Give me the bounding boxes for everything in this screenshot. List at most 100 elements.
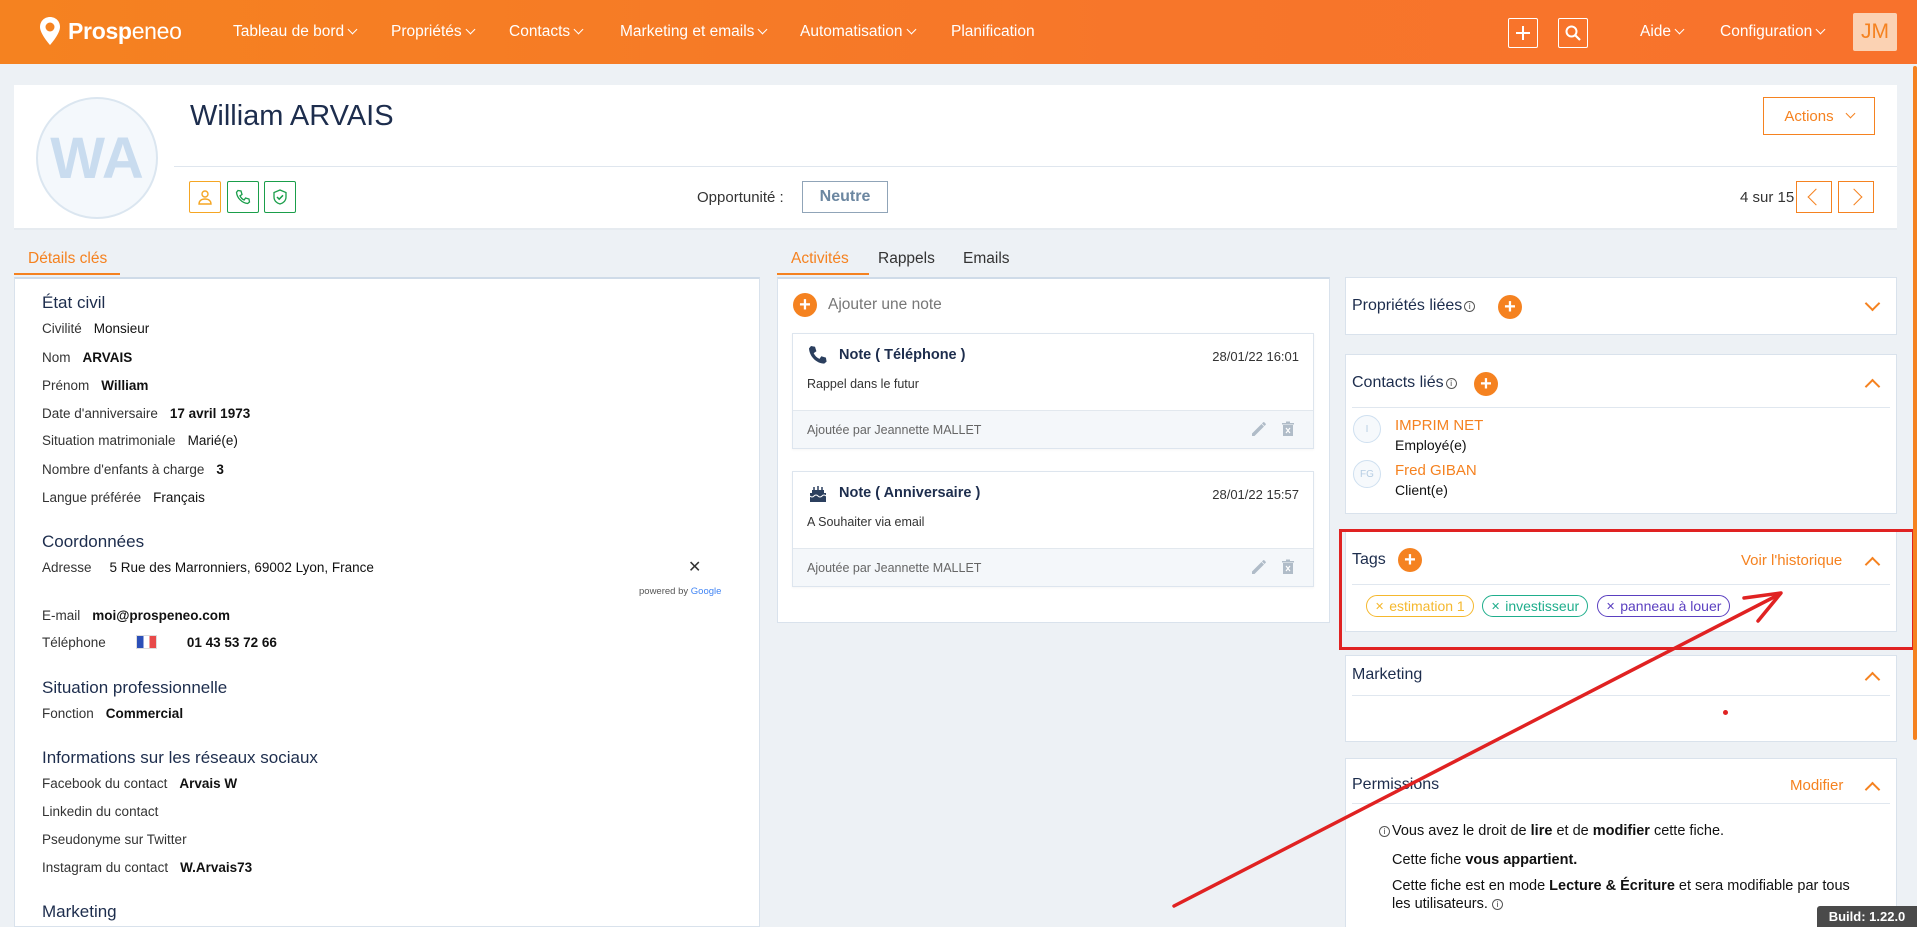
user-avatar[interactable]: JM bbox=[1853, 13, 1897, 51]
note-card: Note ( Anniversaire ) 28/01/22 15:57 A S… bbox=[792, 471, 1314, 587]
info-icon: i bbox=[1464, 301, 1476, 312]
trash-icon[interactable] bbox=[1279, 420, 1297, 438]
nav-automatisation[interactable]: Automatisation bbox=[800, 23, 916, 41]
annotation-highlight-box bbox=[1339, 529, 1915, 650]
person-button[interactable] bbox=[189, 181, 221, 213]
next-button[interactable] bbox=[1838, 181, 1874, 213]
actions-button[interactable]: Actions bbox=[1763, 97, 1875, 135]
cake-icon bbox=[809, 486, 827, 502]
note-author: Ajoutée par Jeannette MALLET bbox=[807, 423, 982, 437]
person-icon bbox=[198, 190, 212, 205]
info-icon: i bbox=[1491, 899, 1503, 910]
chevron-down-icon[interactable] bbox=[1864, 295, 1881, 312]
opportunity-badge[interactable]: Neutre bbox=[802, 181, 888, 213]
search-button[interactable] bbox=[1558, 18, 1588, 48]
plus-icon bbox=[1516, 26, 1530, 40]
add-note-plus-icon[interactable]: + bbox=[793, 293, 817, 317]
edit-icon[interactable] bbox=[1250, 558, 1268, 576]
nav-aide[interactable]: Aide bbox=[1640, 23, 1685, 41]
field-anniversaire: Date d'anniversaire 17 avril 1973 bbox=[42, 406, 251, 421]
panel-title: Marketing bbox=[1352, 666, 1423, 683]
chevron-up-icon[interactable] bbox=[1864, 781, 1881, 798]
edit-icon[interactable] bbox=[1250, 420, 1268, 438]
panel-title: Permissions bbox=[1352, 776, 1440, 793]
nav-marketing-emails[interactable]: Marketing et emails bbox=[620, 23, 768, 41]
field-adresse: Adresse 5 Rue des Marronniers, 69002 Lyon… bbox=[42, 560, 374, 575]
scrollbar[interactable] bbox=[1913, 66, 1917, 740]
modifier-link[interactable]: Modifier bbox=[1790, 777, 1843, 794]
note-body: Rappel dans le futur bbox=[807, 377, 919, 391]
tab-emails[interactable]: Emails bbox=[963, 250, 1010, 268]
previous-button[interactable] bbox=[1796, 181, 1832, 213]
field-civilite: Civilité Monsieur bbox=[42, 321, 150, 336]
section-title-etat-civil: État civil bbox=[42, 293, 106, 312]
section-title-marketing: Marketing bbox=[42, 902, 117, 921]
phone-button[interactable] bbox=[227, 181, 259, 213]
trash-icon[interactable] bbox=[1279, 558, 1297, 576]
note-body: A Souhaiter via email bbox=[807, 515, 925, 529]
build-badge: Build: 1.22.0 bbox=[1817, 906, 1917, 927]
contact-avatar: WA bbox=[36, 97, 158, 219]
search-icon bbox=[1565, 25, 1581, 41]
permission-text: Cette fiche est en mode Lecture & Écritu… bbox=[1392, 878, 1850, 894]
nav-proprietes[interactable]: Propriétés bbox=[391, 23, 476, 41]
logo[interactable]: Prospeneo bbox=[38, 16, 182, 46]
panel-contacts-lies: Contacts liés i + I IMPRIM NET Employé(e)… bbox=[1345, 354, 1897, 514]
panel-title: Contacts liés i bbox=[1352, 374, 1457, 392]
add-note-link[interactable]: Ajouter une note bbox=[828, 296, 942, 314]
tab-activites[interactable]: Activités bbox=[791, 250, 849, 268]
note-title: Note ( Téléphone ) bbox=[839, 347, 966, 363]
flag-fr-icon bbox=[135, 635, 157, 649]
avatar: I bbox=[1353, 415, 1381, 443]
nav-planification[interactable]: Planification bbox=[951, 23, 1035, 41]
clear-address-icon[interactable]: ✕ bbox=[688, 557, 701, 577]
add-contact-plus-icon[interactable]: + bbox=[1474, 372, 1498, 396]
linked-contact-name[interactable]: IMPRIM NET bbox=[1395, 417, 1483, 434]
add-property-plus-icon[interactable]: + bbox=[1498, 295, 1522, 319]
field-email: E-mail moi@prospeneo.com bbox=[42, 608, 230, 623]
tab-details-cles[interactable]: Détails clés bbox=[28, 250, 107, 268]
shield-button[interactable] bbox=[264, 181, 296, 213]
nav-tableau-de-bord[interactable]: Tableau de bord bbox=[233, 23, 358, 41]
tab-rappels[interactable]: Rappels bbox=[878, 250, 935, 268]
active-tab-indicator bbox=[14, 273, 120, 275]
chevron-down-icon bbox=[1815, 24, 1826, 35]
note-title: Note ( Anniversaire ) bbox=[839, 485, 981, 501]
info-icon: i bbox=[1445, 378, 1457, 389]
divider bbox=[174, 166, 1897, 167]
permission-text: les utilisateurs. i bbox=[1392, 896, 1503, 912]
linked-contact-role: Client(e) bbox=[1395, 482, 1448, 498]
field-telephone: Téléphone 01 43 53 72 66 bbox=[42, 635, 277, 650]
chevron-up-icon[interactable] bbox=[1864, 378, 1881, 395]
shield-check-icon bbox=[273, 189, 287, 205]
field-fonction: Fonction Commercial bbox=[42, 706, 184, 721]
chevron-down-icon bbox=[1674, 24, 1685, 35]
chevron-up-icon[interactable] bbox=[1864, 671, 1881, 688]
chevron-right-icon bbox=[1845, 188, 1863, 206]
chevron-down-icon bbox=[1845, 108, 1856, 118]
add-button[interactable] bbox=[1508, 18, 1538, 48]
panel-title: Propriétés liées i bbox=[1352, 297, 1476, 315]
field-instagram: Instagram du contact W.Arvais73 bbox=[42, 860, 253, 875]
divider bbox=[1352, 803, 1890, 804]
active-tab-indicator bbox=[777, 273, 869, 275]
permission-text: i Vous avez le droit de lire et de modifi… bbox=[1377, 823, 1724, 839]
contact-name: William ARVAIS bbox=[190, 100, 394, 132]
chevron-down-icon bbox=[757, 24, 768, 35]
chevron-left-icon bbox=[1807, 188, 1825, 206]
panel-marketing: Marketing bbox=[1345, 655, 1897, 742]
note-footer: Ajoutée par Jeannette MALLET bbox=[793, 548, 1313, 586]
note-author: Ajoutée par Jeannette MALLET bbox=[807, 561, 982, 575]
nav-contacts[interactable]: Contacts bbox=[509, 23, 584, 41]
contact-header: WA William ARVAIS Actions Opportunité : … bbox=[14, 85, 1897, 230]
section-title-reseaux: Informations sur les réseaux sociaux bbox=[42, 748, 318, 767]
linked-contact-name[interactable]: Fred GIBAN bbox=[1395, 462, 1477, 479]
chevron-down-icon bbox=[906, 24, 916, 35]
field-linkedin: Linkedin du contact bbox=[42, 804, 159, 819]
field-situation-matrimoniale: Situation matrimoniale Marié(e) bbox=[42, 433, 238, 448]
nav-configuration[interactable]: Configuration bbox=[1720, 23, 1826, 41]
note-date: 28/01/22 15:57 bbox=[1212, 487, 1299, 502]
phone-icon bbox=[809, 346, 827, 364]
top-navbar: Prospeneo Tableau de bord Propriétés Con… bbox=[0, 0, 1917, 64]
field-enfants: Nombre d'enfants à charge 3 bbox=[42, 462, 224, 477]
